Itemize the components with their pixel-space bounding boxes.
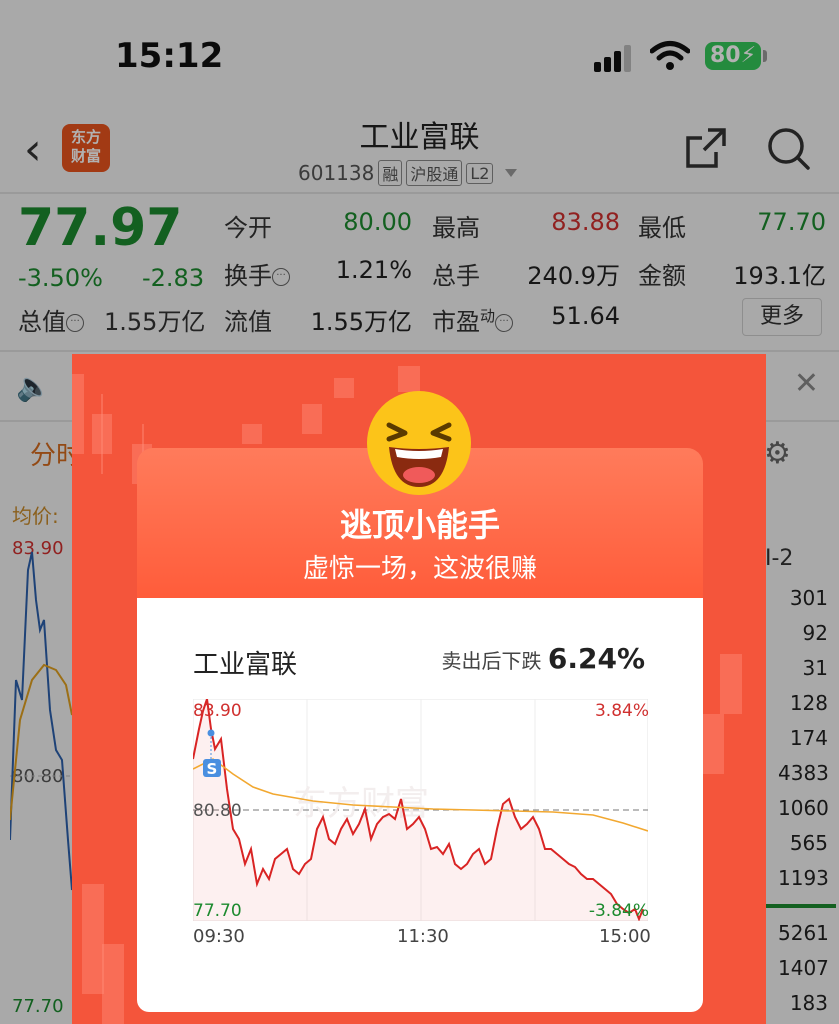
popup-subtitle: 虚惊一场，这波很赚 xyxy=(302,554,537,584)
decor-candle xyxy=(702,714,724,774)
decor-candle xyxy=(720,654,742,714)
laughing-emoji-icon xyxy=(367,391,471,495)
achievement-popup: 逃顶小能手 虚惊一场，这波很赚 工业富联 卖出后下跌 6.24% 东方财富 S … xyxy=(72,354,766,1024)
decor-candle xyxy=(242,424,262,444)
mini-low-pct: -3.84% xyxy=(588,901,649,921)
decor-candle xyxy=(302,404,322,434)
time-end: 15:00 xyxy=(599,926,651,947)
mini-low: 77.70 xyxy=(193,901,242,921)
decor-wick xyxy=(101,394,103,474)
mini-high-pct: 3.84% xyxy=(594,701,649,721)
drop-after-sell: 卖出后下跌 6.24% xyxy=(441,642,646,675)
popup-title: 逃顶小能手 xyxy=(339,506,500,544)
card-stock-name: 工业富联 xyxy=(193,650,298,680)
mini-mid: 80.80 xyxy=(193,801,242,821)
decor-candle xyxy=(82,884,104,994)
mini-intraday-chart: 东方财富 S xyxy=(193,699,648,921)
mini-high: 83.90 xyxy=(193,701,242,721)
sell-marker-icon: S xyxy=(207,760,218,778)
time-start: 09:30 xyxy=(193,926,245,947)
time-mid: 11:30 xyxy=(397,926,449,947)
result-card: 工业富联 卖出后下跌 6.24% 东方财富 S 83.90 80.80 77.7… xyxy=(137,598,703,1012)
decor-candle xyxy=(334,378,354,398)
decor-candle xyxy=(398,366,420,392)
decor-candle xyxy=(72,374,84,454)
decor-candle xyxy=(102,944,124,1024)
